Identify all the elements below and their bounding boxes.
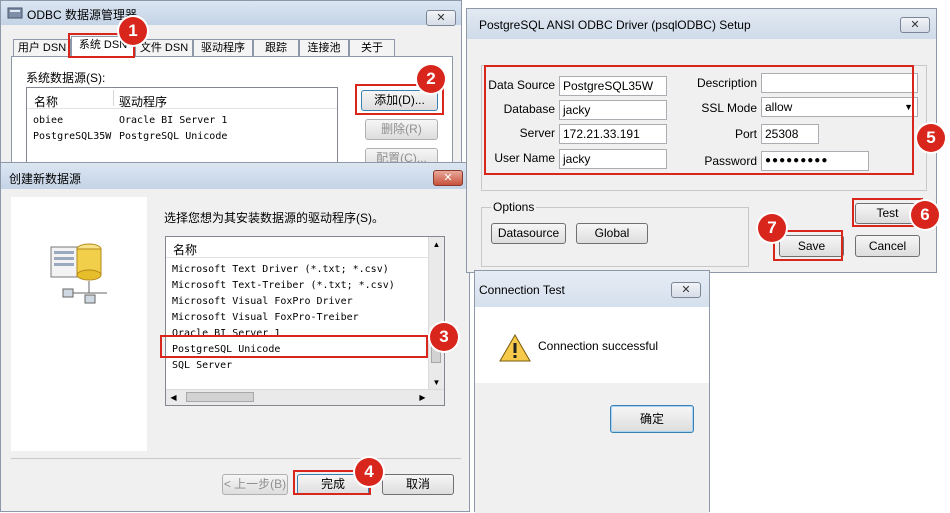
chevron-down-icon: ▼ xyxy=(904,102,913,112)
connection-test-titlebar: Connection Test ✕ xyxy=(475,271,709,307)
step-badge-5: 5 xyxy=(917,124,945,152)
dsn-row-obiee[interactable]: obiee Oracle BI Server 1 xyxy=(33,115,227,126)
datasource-options-button[interactable]: Datasource xyxy=(491,223,566,244)
dsn-list-header: 名称 驱动程序 xyxy=(27,88,337,109)
odbc-app-icon xyxy=(7,7,23,19)
connection-test-window: Connection Test ✕ Connection successful … xyxy=(474,270,710,513)
conn-footer xyxy=(475,383,709,513)
create-datasource-title: 创建新数据源 xyxy=(9,172,82,186)
horizontal-scrollbar[interactable]: ◀ ▶ xyxy=(166,389,444,405)
data-source-label: Data Source xyxy=(488,78,555,92)
conn-close-button[interactable]: ✕ xyxy=(671,282,701,298)
tab-tracing[interactable]: 跟踪 xyxy=(253,39,299,56)
step-badge-1: 1 xyxy=(119,17,147,45)
step-badge-7: 7 xyxy=(758,214,786,242)
add-dsn-button[interactable]: 添加(D)... xyxy=(361,90,438,111)
step-badge-3: 3 xyxy=(430,323,458,351)
driver-list[interactable]: 名称 Microsoft Text Driver (*.txt; *.csv) … xyxy=(165,236,445,406)
step-badge-4: 4 xyxy=(355,458,383,486)
ssl-mode-value: allow xyxy=(765,100,793,114)
tab-file-dsn[interactable]: 文件 DSN xyxy=(135,39,193,56)
dsn-name: PostgreSQL35W xyxy=(33,131,112,142)
options-label: Options xyxy=(491,200,537,214)
password-input[interactable]: ●●●●●●●●● xyxy=(761,151,869,171)
system-dsn-list[interactable]: 名称 驱动程序 obiee Oracle BI Server 1 PostgreS… xyxy=(26,87,338,169)
port-input[interactable]: 25308 xyxy=(761,124,819,144)
col-header-divider xyxy=(113,90,114,106)
server-label: Server xyxy=(519,126,555,140)
password-label: Password xyxy=(704,154,757,168)
odbc-admin-window: ODBC 数据源管理器 ✕ 用户 DSN 系统 DSN 文件 DSN 驱动程序 … xyxy=(0,0,462,175)
data-source-input[interactable]: PostgreSQL35W xyxy=(559,76,667,96)
create-datasource-titlebar: 创建新数据源 ✕ xyxy=(1,163,469,189)
driver-item[interactable]: Microsoft Visual FoxPro Driver xyxy=(172,296,353,307)
tab-about[interactable]: 关于 xyxy=(349,39,395,56)
driver-item[interactable]: Microsoft Text Driver (*.txt; *.csv) xyxy=(172,264,389,275)
driver-item[interactable]: Microsoft Visual FoxPro-Treiber xyxy=(172,312,359,323)
scroll-thumb[interactable] xyxy=(186,392,254,402)
driver-item[interactable]: Oracle BI Server 1 xyxy=(172,328,280,339)
port-label: Port xyxy=(734,127,757,141)
ok-button[interactable]: 确定 xyxy=(610,405,694,433)
vertical-scrollbar[interactable]: ▲ ▼ xyxy=(428,237,444,390)
back-button[interactable]: < 上一步(B) xyxy=(222,474,288,495)
save-button[interactable]: Save xyxy=(779,235,844,257)
tab-drivers[interactable]: 驱动程序 xyxy=(193,39,253,56)
driver-prompt-label: 选择您想为其安装数据源的驱动程序(S)。 xyxy=(164,211,384,225)
psqlodbc-setup-window: PostgreSQL ANSI ODBC Driver (psqlODBC) S… xyxy=(466,8,937,273)
user-name-input[interactable]: jacky xyxy=(559,149,667,169)
ssl-mode-select[interactable]: allow ▼ xyxy=(761,97,918,117)
wizard-image-panel xyxy=(11,197,147,451)
system-datasources-label: 系统数据源(S): xyxy=(26,71,106,85)
remove-dsn-button[interactable]: 删除(R) xyxy=(365,119,438,140)
driver-item[interactable]: SQL Server xyxy=(172,360,232,371)
odbc-admin-titlebar: ODBC 数据源管理器 ✕ xyxy=(1,1,461,26)
psqlodbc-setup-title: PostgreSQL ANSI ODBC Driver (psqlODBC) S… xyxy=(479,18,751,32)
global-options-button[interactable]: Global xyxy=(576,223,648,244)
psqlodbc-setup-titlebar: PostgreSQL ANSI ODBC Driver (psqlODBC) S… xyxy=(467,9,936,39)
dsn-driver: PostgreSQL Unicode xyxy=(119,131,228,142)
dsn-row-postgresql35w[interactable]: PostgreSQL35W PostgreSQL Unicode xyxy=(33,131,227,142)
odbc-close-button[interactable]: ✕ xyxy=(426,10,456,26)
create-close-button[interactable]: ✕ xyxy=(433,170,463,186)
user-name-label: User Name xyxy=(494,151,555,165)
col-header-driver[interactable]: 驱动程序 xyxy=(119,93,167,110)
step-badge-2: 2 xyxy=(417,65,445,93)
cancel-button[interactable]: 取消 xyxy=(382,474,454,495)
scroll-up-arrow[interactable]: ▲ xyxy=(429,237,444,252)
tab-connection-pooling[interactable]: 连接池 xyxy=(299,39,349,56)
datasource-icon xyxy=(50,243,107,304)
database-input[interactable]: jacky xyxy=(559,100,667,120)
scroll-left-arrow[interactable]: ◀ xyxy=(166,390,181,405)
scroll-down-arrow[interactable]: ▼ xyxy=(429,375,444,390)
database-label: Database xyxy=(503,102,555,116)
dsn-driver: Oracle BI Server 1 xyxy=(119,115,228,126)
scroll-right-arrow[interactable]: ▶ xyxy=(415,390,430,405)
step-badge-6: 6 xyxy=(911,201,939,229)
description-input[interactable] xyxy=(761,73,918,93)
col-header-name[interactable]: 名称 xyxy=(173,241,197,258)
dsn-name: obiee xyxy=(33,115,64,126)
create-datasource-window: 创建新数据源 ✕ 选择您想为其安装数据源的驱动程序(S)。 名称 Microso… xyxy=(0,162,470,512)
tab-user-dsn[interactable]: 用户 DSN xyxy=(13,39,71,56)
connection-test-title: Connection Test xyxy=(479,283,565,297)
server-input[interactable]: 172.21.33.191 xyxy=(559,124,667,144)
col-header-name[interactable]: 名称 xyxy=(34,93,58,110)
driver-item[interactable]: Microsoft Text-Treiber (*.txt; *.csv) xyxy=(172,280,395,291)
setup-close-button[interactable]: ✕ xyxy=(900,17,930,33)
warning-icon xyxy=(499,334,531,362)
driver-item-selected[interactable]: PostgreSQL Unicode xyxy=(172,344,280,355)
odbc-admin-title: ODBC 数据源管理器 xyxy=(27,8,138,22)
wizard-footer-divider xyxy=(11,458,461,459)
connection-message: Connection successful xyxy=(538,339,659,353)
driver-list-header: 名称 xyxy=(166,237,430,258)
description-label: Description xyxy=(696,76,757,90)
ssl-mode-label: SSL Mode xyxy=(701,101,757,115)
cancel-button[interactable]: Cancel xyxy=(855,235,920,257)
